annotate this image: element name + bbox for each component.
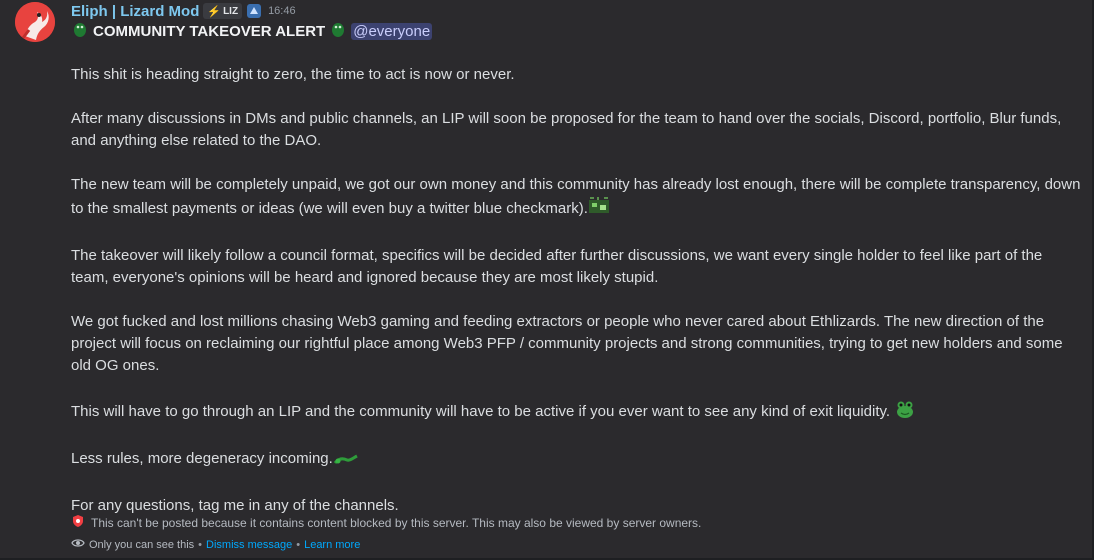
mention-everyone[interactable]: @everyone — [351, 22, 433, 40]
paragraph: This will have to go through an LIP and … — [71, 399, 1083, 426]
avatar[interactable] — [15, 2, 55, 42]
message-header: Eliph | Lizard Mod ⚡ LIZ 16:46 — [71, 1, 296, 21]
headline: COMMUNITY TAKEOVER ALERT — [93, 22, 326, 40]
server-tag[interactable]: ⚡ LIZ — [203, 3, 243, 19]
paragraph: This shit is heading straight to zero, t… — [71, 66, 515, 83]
paragraph: The new team will be completely unpaid, … — [71, 174, 1083, 223]
bolt-icon: ⚡ — [207, 5, 222, 18]
shield-alert-icon — [71, 514, 85, 531]
paragraph: Less rules, more degeneracy incoming. — [71, 448, 1083, 473]
separator: • — [296, 538, 301, 551]
lizard-emoji-icon — [71, 20, 89, 42]
paragraph: The takeover will likely follow a counci… — [71, 247, 1043, 286]
ephemeral-notice: Only you can see this • Dismiss message … — [71, 537, 360, 552]
server-tag-label: LIZ — [223, 5, 239, 17]
dismiss-message-link[interactable]: Dismiss message — [206, 539, 292, 551]
paragraph: We got fucked and lost millions chasing … — [71, 313, 1063, 374]
circuit-emoji-icon — [588, 196, 610, 223]
lizard-avatar-icon — [15, 2, 55, 42]
role-icon[interactable] — [246, 3, 262, 19]
frog-emoji-icon — [894, 399, 916, 426]
learn-more-link[interactable]: Learn more — [304, 539, 360, 551]
blocked-notice: This can't be posted because it contains… — [71, 514, 701, 531]
blocked-text: This can't be posted because it contains… — [91, 515, 702, 530]
separator: • — [198, 538, 203, 551]
timestamp[interactable]: 16:46 — [268, 5, 296, 17]
message-body: This shit is heading straight to zero, t… — [71, 64, 1083, 517]
lizard-run-emoji-icon — [333, 450, 359, 473]
eye-icon — [71, 537, 85, 552]
paragraph: After many discussions in DMs and public… — [71, 110, 1062, 149]
headline-line: COMMUNITY TAKEOVER ALERT @everyone — [71, 20, 433, 42]
lizard-emoji-icon — [329, 20, 347, 42]
username[interactable]: Eliph | Lizard Mod — [71, 3, 199, 20]
only-you-text: Only you can see this — [89, 538, 195, 551]
